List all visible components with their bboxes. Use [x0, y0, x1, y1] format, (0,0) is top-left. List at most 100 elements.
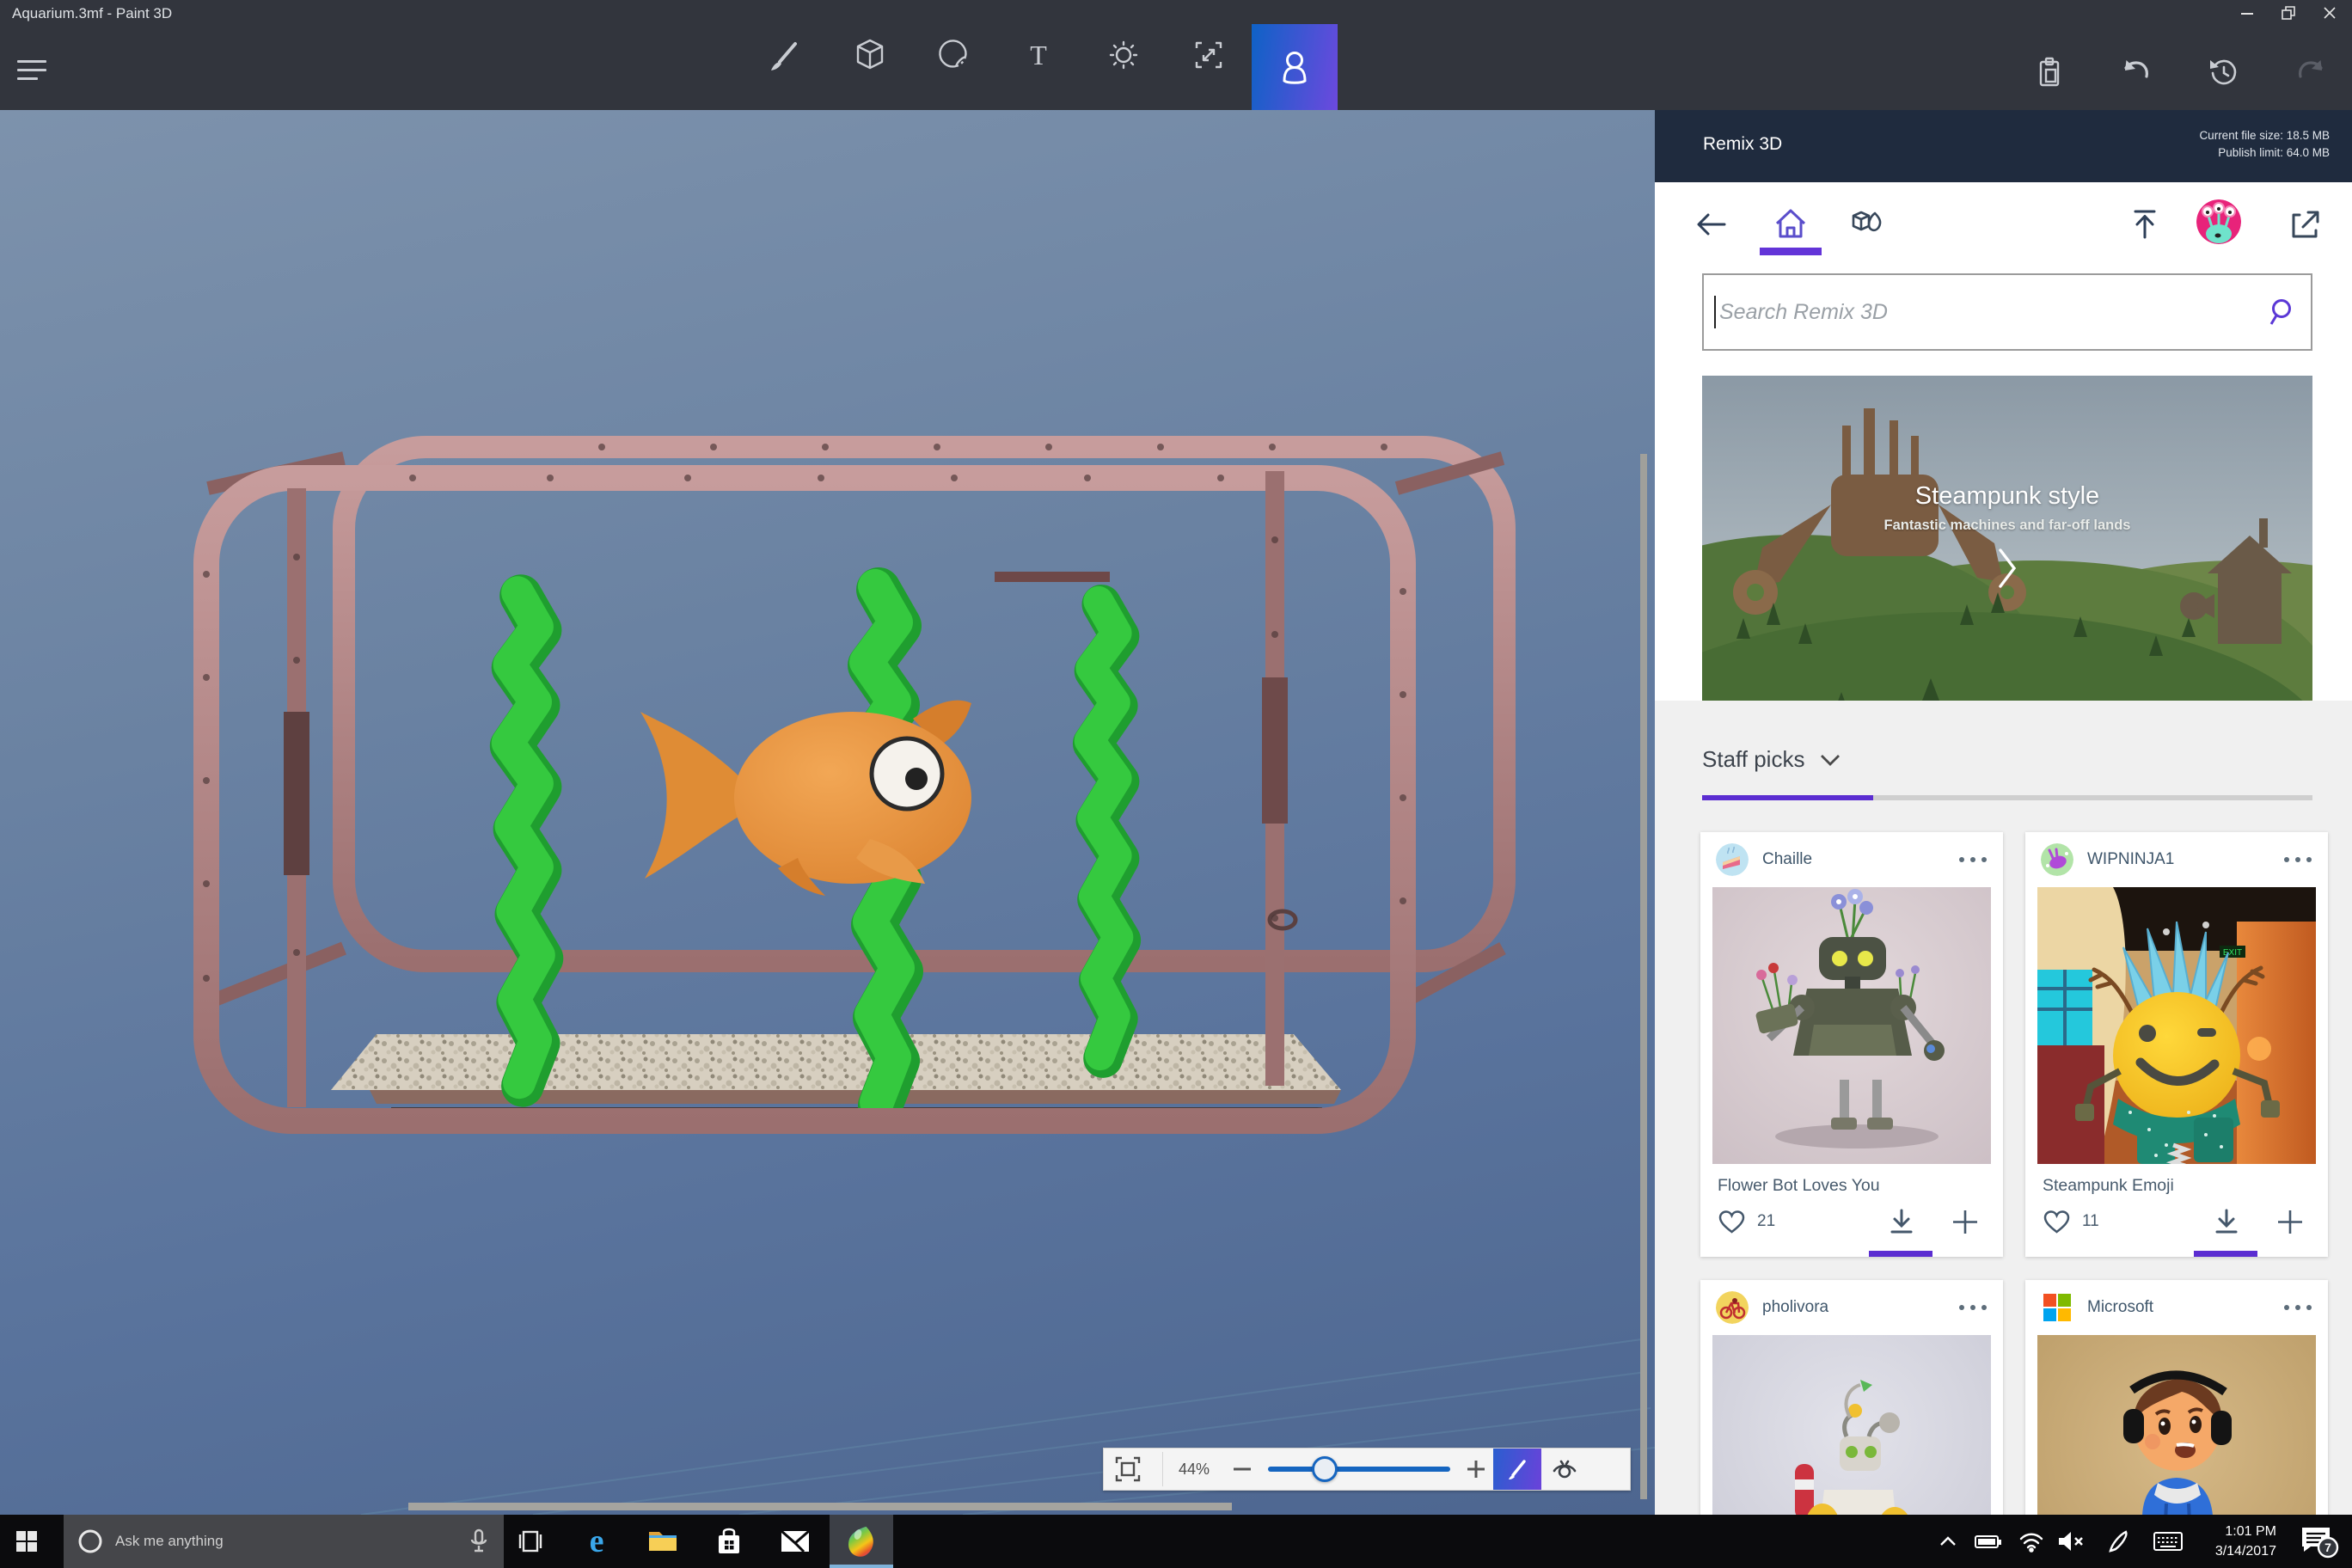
touch-keyboard-icon[interactable]	[2148, 1515, 2188, 1568]
profile-avatar[interactable]	[2196, 199, 2241, 244]
file-size-info: Current file size: 18.5 MB Publish limit…	[2199, 127, 2330, 162]
fish	[640, 700, 971, 896]
author-name: Chaille	[1762, 850, 1813, 868]
like-count: 21	[1757, 1212, 1776, 1230]
zoom-out-icon[interactable]	[1225, 1458, 1259, 1480]
active-app-indicator	[830, 1565, 893, 1568]
canvas-vertical-scrollbar[interactable]	[1640, 454, 1647, 1499]
model-card[interactable]: WIPNINJA1 EXIT Steampunk Emoji 11	[2025, 832, 2328, 1257]
search-icon[interactable]	[2256, 297, 2311, 328]
effects-tool-icon[interactable]	[1103, 34, 1144, 76]
author-name: pholivora	[1762, 1298, 1829, 1316]
clock[interactable]: 1:01 PM 3/14/2017	[2190, 1522, 2276, 1561]
zoom-slider-thumb[interactable]	[1311, 1456, 1338, 1482]
model-thumbnail-flower-bot[interactable]	[1712, 887, 1991, 1164]
like-heart-icon[interactable]	[2043, 1209, 2071, 1235]
restore-button[interactable]	[2268, 0, 2309, 26]
home-icon-active[interactable]	[1771, 205, 1810, 244]
3d-canvas[interactable]	[0, 110, 1655, 1515]
text-cursor	[1714, 296, 1716, 328]
history-icon[interactable]	[2203, 52, 2245, 94]
minimize-button[interactable]	[2226, 0, 2268, 26]
more-options-icon[interactable]	[2283, 1280, 2312, 1335]
paste-icon[interactable]	[2029, 52, 2070, 94]
fit-to-view-icon[interactable]	[1104, 1455, 1152, 1484]
draw-mode-button-selected[interactable]	[1493, 1449, 1541, 1490]
taskbar: Ask me anything e 1:01 PM 3/14/2017 7	[0, 1515, 2352, 1568]
more-options-icon[interactable]	[1958, 832, 1988, 887]
zoom-percentage: 44%	[1178, 1460, 1210, 1478]
publish-limit: Publish limit: 64.0 MB	[2218, 146, 2330, 159]
paint-3d-app-active[interactable]	[830, 1515, 893, 1568]
undo-icon[interactable]	[2116, 52, 2158, 94]
remix-3d-tool-selected[interactable]	[1252, 24, 1338, 110]
back-icon[interactable]	[1692, 205, 1731, 244]
author-avatar[interactable]	[2041, 843, 2073, 876]
battery-icon[interactable]	[1969, 1515, 2008, 1568]
download-icon[interactable]	[1888, 1209, 1915, 1235]
home-active-underline	[1760, 248, 1822, 255]
author-avatar[interactable]	[1716, 1291, 1749, 1324]
more-options-icon[interactable]	[1958, 1280, 1988, 1335]
upload-icon[interactable]	[2125, 205, 2165, 244]
current-file-size: Current file size: 18.5 MB	[2199, 129, 2330, 142]
chevron-right-icon[interactable]	[1702, 548, 2312, 589]
chevron-down-icon	[1821, 754, 1841, 766]
boards-icon[interactable]	[1848, 205, 1888, 244]
cortana-search-input[interactable]: Ask me anything	[64, 1515, 504, 1568]
model-title: Steampunk Emoji	[2043, 1176, 2174, 1195]
download-progress-bar	[2194, 1251, 2257, 1257]
staff-picks-dropdown[interactable]: Staff picks	[1702, 746, 1841, 773]
model-card[interactable]: Chaille Flower Bot Loves You 21	[1700, 832, 2003, 1257]
close-button[interactable]	[2309, 0, 2350, 26]
remix-3d-panel: Remix 3D Current file size: 18.5 MB Publ…	[1655, 110, 2352, 1568]
tray-chevron-up-icon[interactable]	[1928, 1515, 1968, 1568]
task-view-icon[interactable]	[499, 1515, 561, 1568]
like-heart-icon[interactable]	[1718, 1209, 1746, 1235]
mail-icon[interactable]	[764, 1515, 826, 1568]
search-placeholder: Ask me anything	[115, 1533, 224, 1549]
sticker-tool-icon[interactable]	[934, 34, 975, 76]
author-avatar[interactable]	[2041, 1291, 2073, 1324]
search-input[interactable]: Search Remix 3D	[1702, 273, 2312, 351]
svg-text:e: e	[590, 1524, 604, 1559]
wifi-icon[interactable]	[2012, 1515, 2051, 1568]
staff-picks-label: Staff picks	[1702, 746, 1805, 772]
banner-title: Steampunk style	[1914, 482, 2100, 510]
zoom-toolbar: 44%	[1103, 1448, 1631, 1491]
add-to-project-icon[interactable]	[2276, 1209, 2304, 1235]
steampunk-banner[interactable]: Steampunk style Fantastic machines and f…	[1702, 376, 2312, 701]
microphone-icon[interactable]	[469, 1528, 488, 1554]
canvas-tool-icon[interactable]	[1188, 34, 1229, 76]
volume-muted-icon[interactable]	[2051, 1515, 2091, 1568]
model-thumbnail-steampunk-emoji[interactable]: EXIT	[2037, 887, 2316, 1164]
open-external-icon[interactable]	[2286, 205, 2325, 244]
like-count: 11	[2082, 1212, 2099, 1230]
cortana-icon	[78, 1529, 102, 1553]
zoom-slider-track[interactable]	[1268, 1467, 1450, 1472]
view-mode-icon[interactable]	[1541, 1454, 1588, 1485]
download-progress-bar	[1869, 1251, 1932, 1257]
file-explorer-icon[interactable]	[632, 1515, 694, 1568]
svg-text:T: T	[1030, 40, 1047, 70]
canvas-horizontal-scrollbar[interactable]	[408, 1503, 1232, 1510]
zoom-in-icon[interactable]	[1459, 1458, 1493, 1480]
notification-badge: 7	[2324, 1540, 2331, 1554]
action-center-icon[interactable]: 7	[2290, 1515, 2345, 1568]
text-tool-icon[interactable]: T	[1018, 34, 1059, 76]
store-icon[interactable]	[698, 1515, 760, 1568]
pen-icon[interactable]	[2098, 1515, 2138, 1568]
edge-browser-icon[interactable]: e	[566, 1515, 628, 1568]
author-avatar[interactable]	[1716, 843, 1749, 876]
3d-shapes-tool-icon[interactable]	[849, 34, 891, 76]
start-button[interactable]	[0, 1515, 53, 1568]
more-options-icon[interactable]	[2283, 832, 2312, 887]
add-to-project-icon[interactable]	[1951, 1209, 1979, 1235]
brush-tool-icon[interactable]	[764, 34, 805, 76]
window-title: Aquarium.3mf - Paint 3D	[12, 5, 173, 21]
zoom-slider[interactable]	[1268, 1456, 1450, 1482]
time: 1:01 PM	[2225, 1524, 2276, 1539]
menu-icon[interactable]	[17, 60, 46, 83]
steampunk-scene	[1702, 376, 2312, 701]
download-icon[interactable]	[2213, 1209, 2240, 1235]
